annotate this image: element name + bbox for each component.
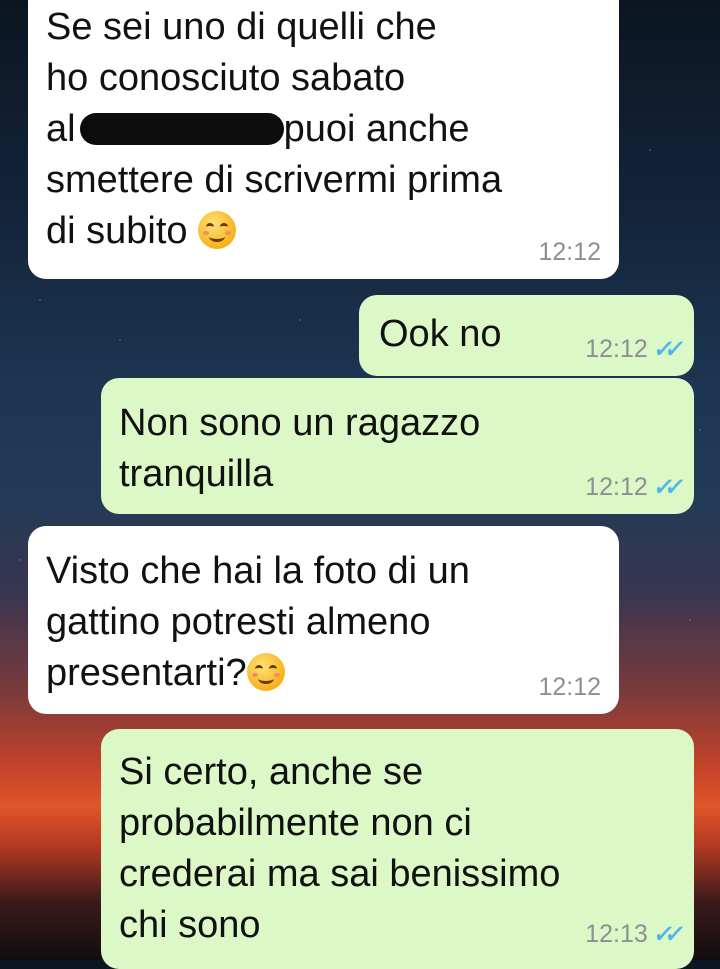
message-meta: 12:12 ✓✓ (585, 473, 679, 502)
outgoing-message-bubble[interactable]: Si certo, anche se probabilmente non ci … (101, 729, 694, 969)
incoming-message-bubble[interactable]: Visto che hai la foto di un gattino potr… (28, 526, 619, 714)
outgoing-message-bubble[interactable]: Ook no 12:12 ✓✓ (359, 295, 694, 376)
message-time: 12:13 (585, 920, 648, 948)
read-receipt-icon: ✓✓ (651, 921, 679, 948)
smiling-face-icon (198, 211, 237, 249)
smiling-face-icon (246, 653, 285, 691)
message-time: 12:12 (585, 335, 648, 363)
message-text: Se sei uno di quelli che ho conosciuto sa… (46, 6, 503, 252)
outgoing-message-bubble[interactable]: Non sono un ragazzo tranquilla 12:12 ✓✓ (101, 378, 694, 514)
incoming-message-bubble[interactable]: Se sei uno di quelli che ho conosciuto sa… (28, 0, 619, 279)
message-meta: 12:13 ✓✓ (585, 920, 679, 949)
message-meta: 12:12 (538, 673, 601, 702)
message-meta: 12:12 ✓✓ (585, 335, 679, 364)
message-text: Visto che hai la foto di un gattino potr… (46, 550, 470, 694)
read-receipt-icon: ✓✓ (651, 336, 679, 363)
redacted-text (79, 113, 284, 145)
read-receipt-icon: ✓✓ (651, 474, 679, 501)
message-time: 12:12 (538, 673, 601, 701)
message-time: 12:12 (538, 238, 601, 266)
message-time: 12:12 (585, 473, 648, 501)
message-meta: 12:12 (538, 238, 601, 267)
